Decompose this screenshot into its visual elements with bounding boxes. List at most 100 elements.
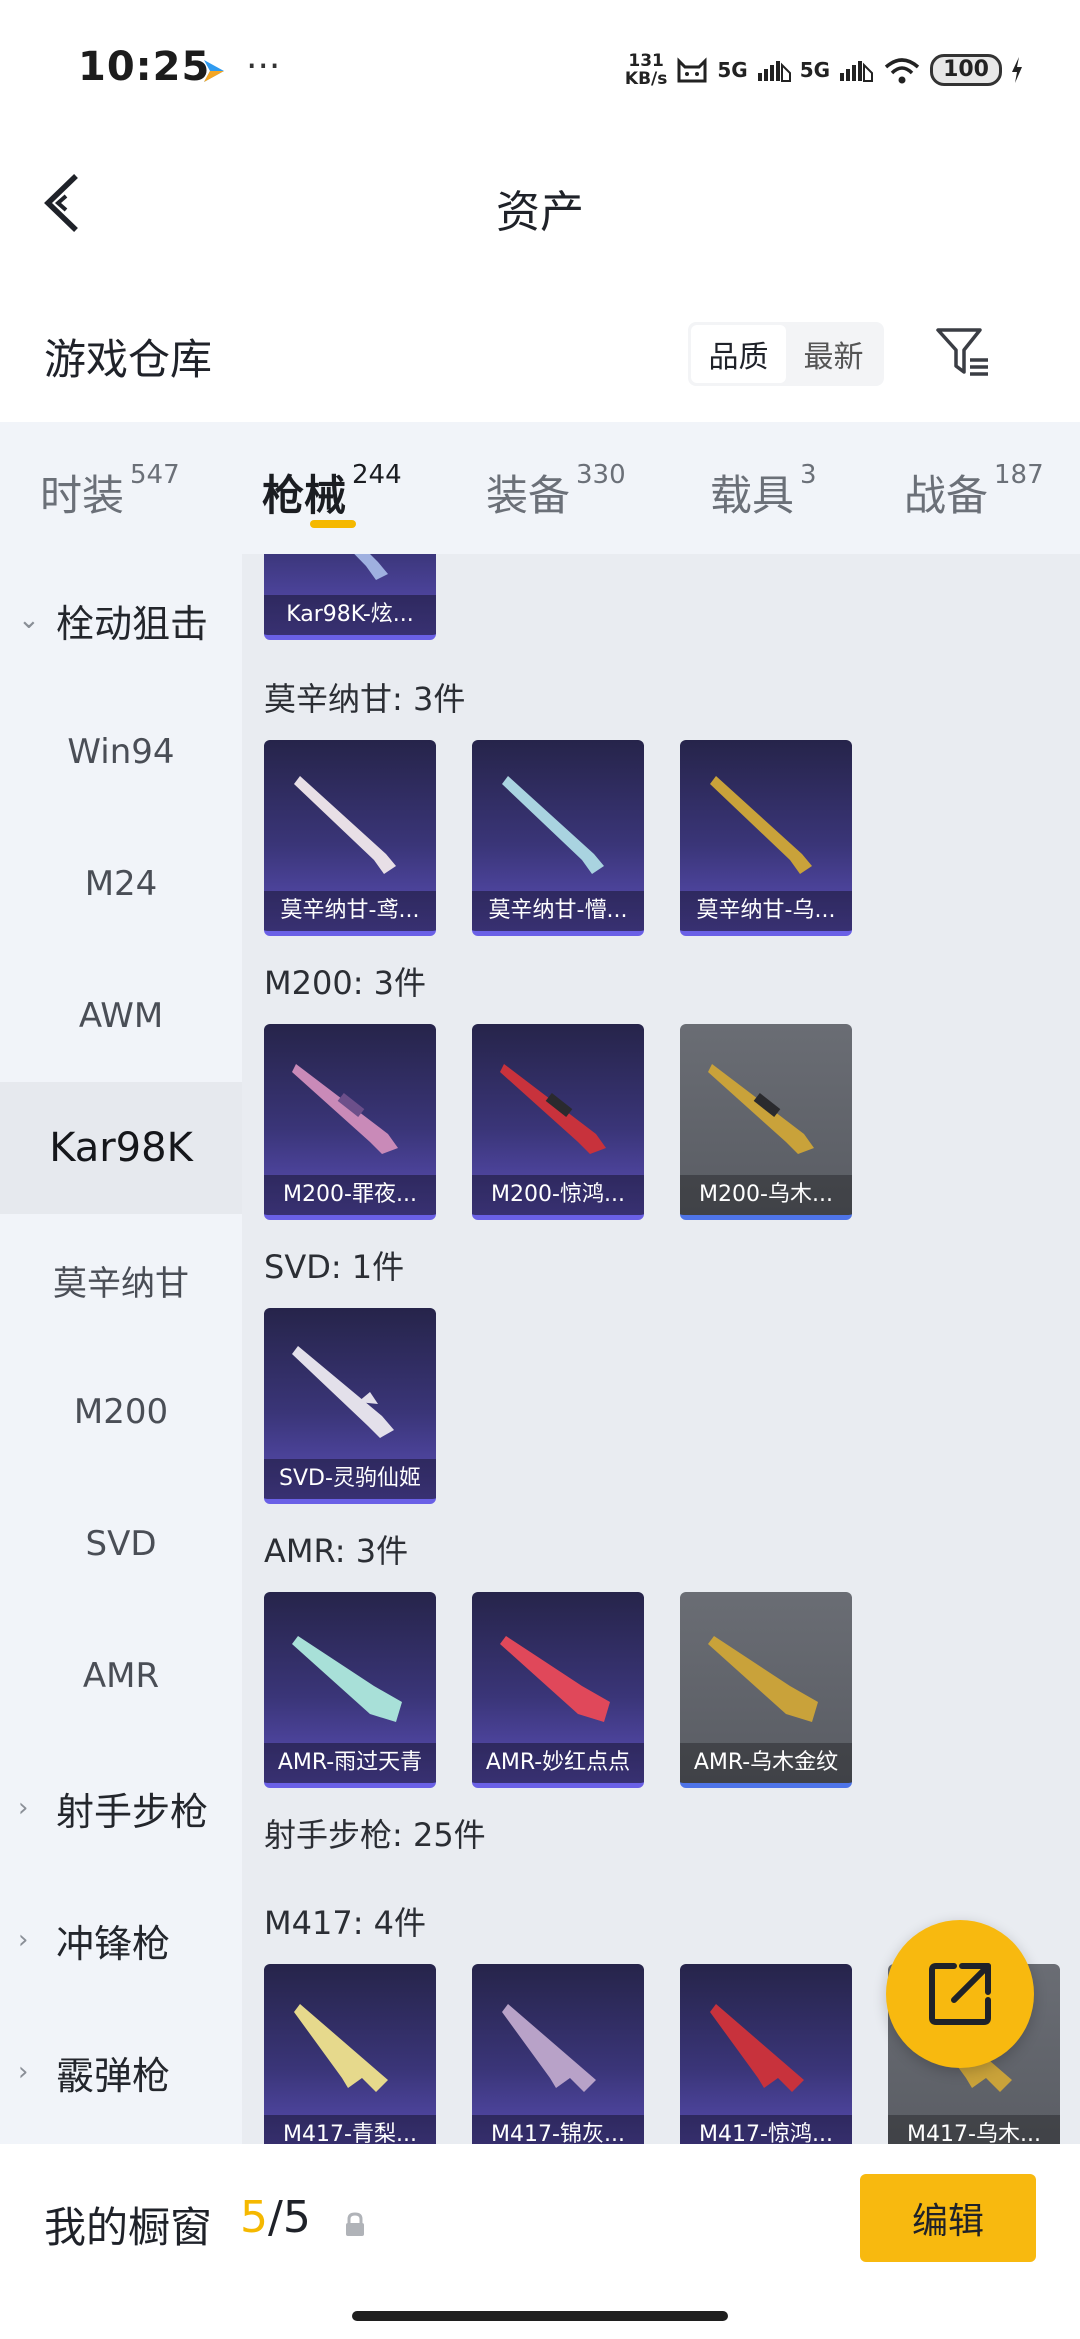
- sidebar-group-shotgun[interactable]: › 霰弹枪: [0, 2006, 242, 2138]
- section-title: AMR: 3件: [264, 1532, 409, 1570]
- tab-supplies[interactable]: 战备 187: [904, 460, 1044, 523]
- weapon-skin-image: [294, 2004, 388, 2092]
- sort-quality-button[interactable]: 品质: [691, 325, 786, 383]
- weapon-skin-image: [710, 776, 812, 874]
- sidebar-group-marksman[interactable]: › 射手步枪: [0, 1742, 242, 1874]
- weapon-skin-image: [500, 1064, 606, 1154]
- status-bar: 10:25 ··· 131 KB/s 5G 5G 100: [0, 0, 1080, 140]
- tab-equipment[interactable]: 装备 330: [486, 460, 626, 523]
- sidebar-item-m200[interactable]: M200: [0, 1346, 242, 1478]
- filter-icon[interactable]: [932, 322, 992, 382]
- item-card-label: M417-乌木...: [888, 2115, 1060, 2144]
- chevron-right-icon: ›: [18, 2057, 29, 2087]
- signal-strength-icon-1: [757, 61, 791, 82]
- item-card[interactable]: M200-罪夜...: [264, 1024, 436, 1220]
- item-card[interactable]: 莫辛纳甘-乌...: [680, 740, 852, 936]
- charging-icon: [1012, 57, 1022, 83]
- item-card-label: M200-乌木...: [680, 1175, 852, 1215]
- share-external-icon: [929, 1963, 991, 2025]
- home-indicator: [352, 2311, 728, 2321]
- active-tab-indicator: [310, 520, 356, 528]
- item-card[interactable]: Kar98K-炫...: [264, 554, 436, 640]
- item-card-label: Kar98K-炫...: [264, 595, 436, 635]
- item-card[interactable]: AMR-乌木金纹: [680, 1592, 852, 1788]
- item-card[interactable]: 莫辛纳甘-鸢...: [264, 740, 436, 936]
- item-card-label: M200-罪夜...: [264, 1175, 436, 1215]
- edit-button[interactable]: 编辑: [860, 2174, 1036, 2262]
- warehouse-title: 游戏仓库: [44, 335, 213, 384]
- item-card-label: M417-惊鸿...: [680, 2115, 852, 2144]
- item-card[interactable]: M417-青梨...: [264, 1964, 436, 2144]
- chevron-down-icon: ⌄: [18, 605, 40, 635]
- weapon-sidebar: ⌄ 栓动狙击 Win94 M24 AWM Kar98K 莫辛纳甘 M200 SVD…: [0, 554, 242, 2144]
- weapon-skin-image: [708, 1064, 814, 1154]
- item-card[interactable]: M200-惊鸿...: [472, 1024, 644, 1220]
- weapon-skin-image: [292, 1636, 402, 1722]
- item-card-label: 莫辛纳甘-鸢...: [264, 891, 436, 931]
- signal-5g-label-2: 5G: [799, 58, 831, 82]
- showcase-title: 我的橱窗: [44, 2203, 213, 2252]
- cat-icon: [677, 57, 707, 83]
- status-icons: 131 KB/s 5G 5G 100: [625, 48, 1024, 92]
- sort-latest-button[interactable]: 最新: [786, 325, 881, 383]
- item-card[interactable]: 莫辛纳甘-懵...: [472, 740, 644, 936]
- weapon-skin-image: [292, 1064, 398, 1154]
- section-title: SVD: 1件: [264, 1248, 405, 1286]
- sidebar-item-m24[interactable]: M24: [0, 818, 242, 950]
- item-card-label: M417-锦灰...: [472, 2115, 644, 2144]
- section-title: M417: 4件: [264, 1904, 427, 1942]
- item-card[interactable]: M417-惊鸿...: [680, 1964, 852, 2144]
- sidebar-item-win94[interactable]: Win94: [0, 686, 242, 818]
- tab-firearms[interactable]: 枪械 244: [262, 460, 402, 523]
- battery-indicator: 100: [930, 54, 1002, 86]
- weapon-skin-image: [502, 776, 604, 874]
- weapon-skin-image: [708, 1636, 818, 1722]
- weapon-skin-image: [294, 776, 396, 874]
- item-card[interactable]: M200-乌木...: [680, 1024, 852, 1220]
- item-card-label: AMR-乌木金纹: [680, 1743, 852, 1783]
- group-title: 射手步枪: 25件: [264, 1816, 486, 1854]
- weapon-skin-image: [292, 1346, 394, 1438]
- network-speed: 131 KB/s: [624, 51, 668, 89]
- tab-vehicles[interactable]: 载具 3: [710, 460, 817, 523]
- sidebar-item-mosin[interactable]: 莫辛纳甘: [0, 1214, 242, 1346]
- showcase-count: 5/5: [240, 2192, 311, 2243]
- sidebar-item-amr[interactable]: AMR: [0, 1610, 242, 1742]
- chevron-right-icon: ›: [18, 1793, 29, 1823]
- item-card-label: 莫辛纳甘-乌...: [680, 891, 852, 931]
- item-card[interactable]: M417-锦灰...: [472, 1964, 644, 2144]
- sidebar-group-smg[interactable]: › 冲锋枪: [0, 1874, 242, 2006]
- chevron-right-icon: ›: [18, 1925, 29, 1955]
- item-card-label: 莫辛纳甘-懵...: [472, 891, 644, 931]
- sidebar-item-kar98k[interactable]: Kar98K: [0, 1082, 242, 1214]
- sidebar-group-bolt-action[interactable]: ⌄ 栓动狙击: [0, 554, 242, 686]
- lock-icon: [346, 2212, 364, 2236]
- more-notifications-icon: ···: [246, 46, 281, 87]
- item-card-label: M417-青梨...: [264, 2115, 436, 2144]
- item-card-label: SVD-灵驹仙姬: [264, 1459, 436, 1499]
- item-card[interactable]: SVD-灵驹仙姬: [264, 1308, 436, 1504]
- section-title: 莫辛纳甘: 3件: [264, 680, 466, 718]
- tab-fashion[interactable]: 时装 547: [40, 460, 180, 523]
- weapon-skin-image: [502, 2004, 596, 2092]
- sort-toggle: 品质 最新: [688, 322, 884, 386]
- sidebar-item-svd[interactable]: SVD: [0, 1478, 242, 1610]
- wifi-icon: [884, 58, 920, 84]
- weapon-skin-image: [710, 2004, 804, 2092]
- sidebar-item-awm[interactable]: AWM: [0, 950, 242, 1082]
- weapon-skin-image: [500, 1636, 610, 1722]
- assets-page: 10:25 ··· 131 KB/s 5G 5G 100 资产 游戏仓库 品质 …: [0, 0, 1080, 2339]
- item-card-label: AMR-妙红点点: [472, 1743, 644, 1783]
- weapon-grid: Kar98K-炫... 莫辛纳甘: 3件 莫辛纳甘-鸢... 莫辛纳甘-懵...…: [242, 554, 1080, 2144]
- signal-5g-label-1: 5G: [717, 58, 748, 82]
- showcase-bar: 我的橱窗 5/5 编辑: [0, 2144, 1080, 2339]
- item-card[interactable]: AMR-妙红点点: [472, 1592, 644, 1788]
- share-fab-button[interactable]: [886, 1920, 1034, 2068]
- page-title: 资产: [496, 187, 584, 238]
- app-notification-icon: [204, 60, 224, 82]
- item-card[interactable]: AMR-雨过天青: [264, 1592, 436, 1788]
- category-tabs: 时装 547 枪械 244 装备 330 载具 3 战备 187: [0, 422, 1080, 554]
- signal-strength-icon-2: [840, 61, 874, 82]
- status-time: 10:25: [78, 44, 211, 90]
- section-title: M200: 3件: [264, 964, 427, 1002]
